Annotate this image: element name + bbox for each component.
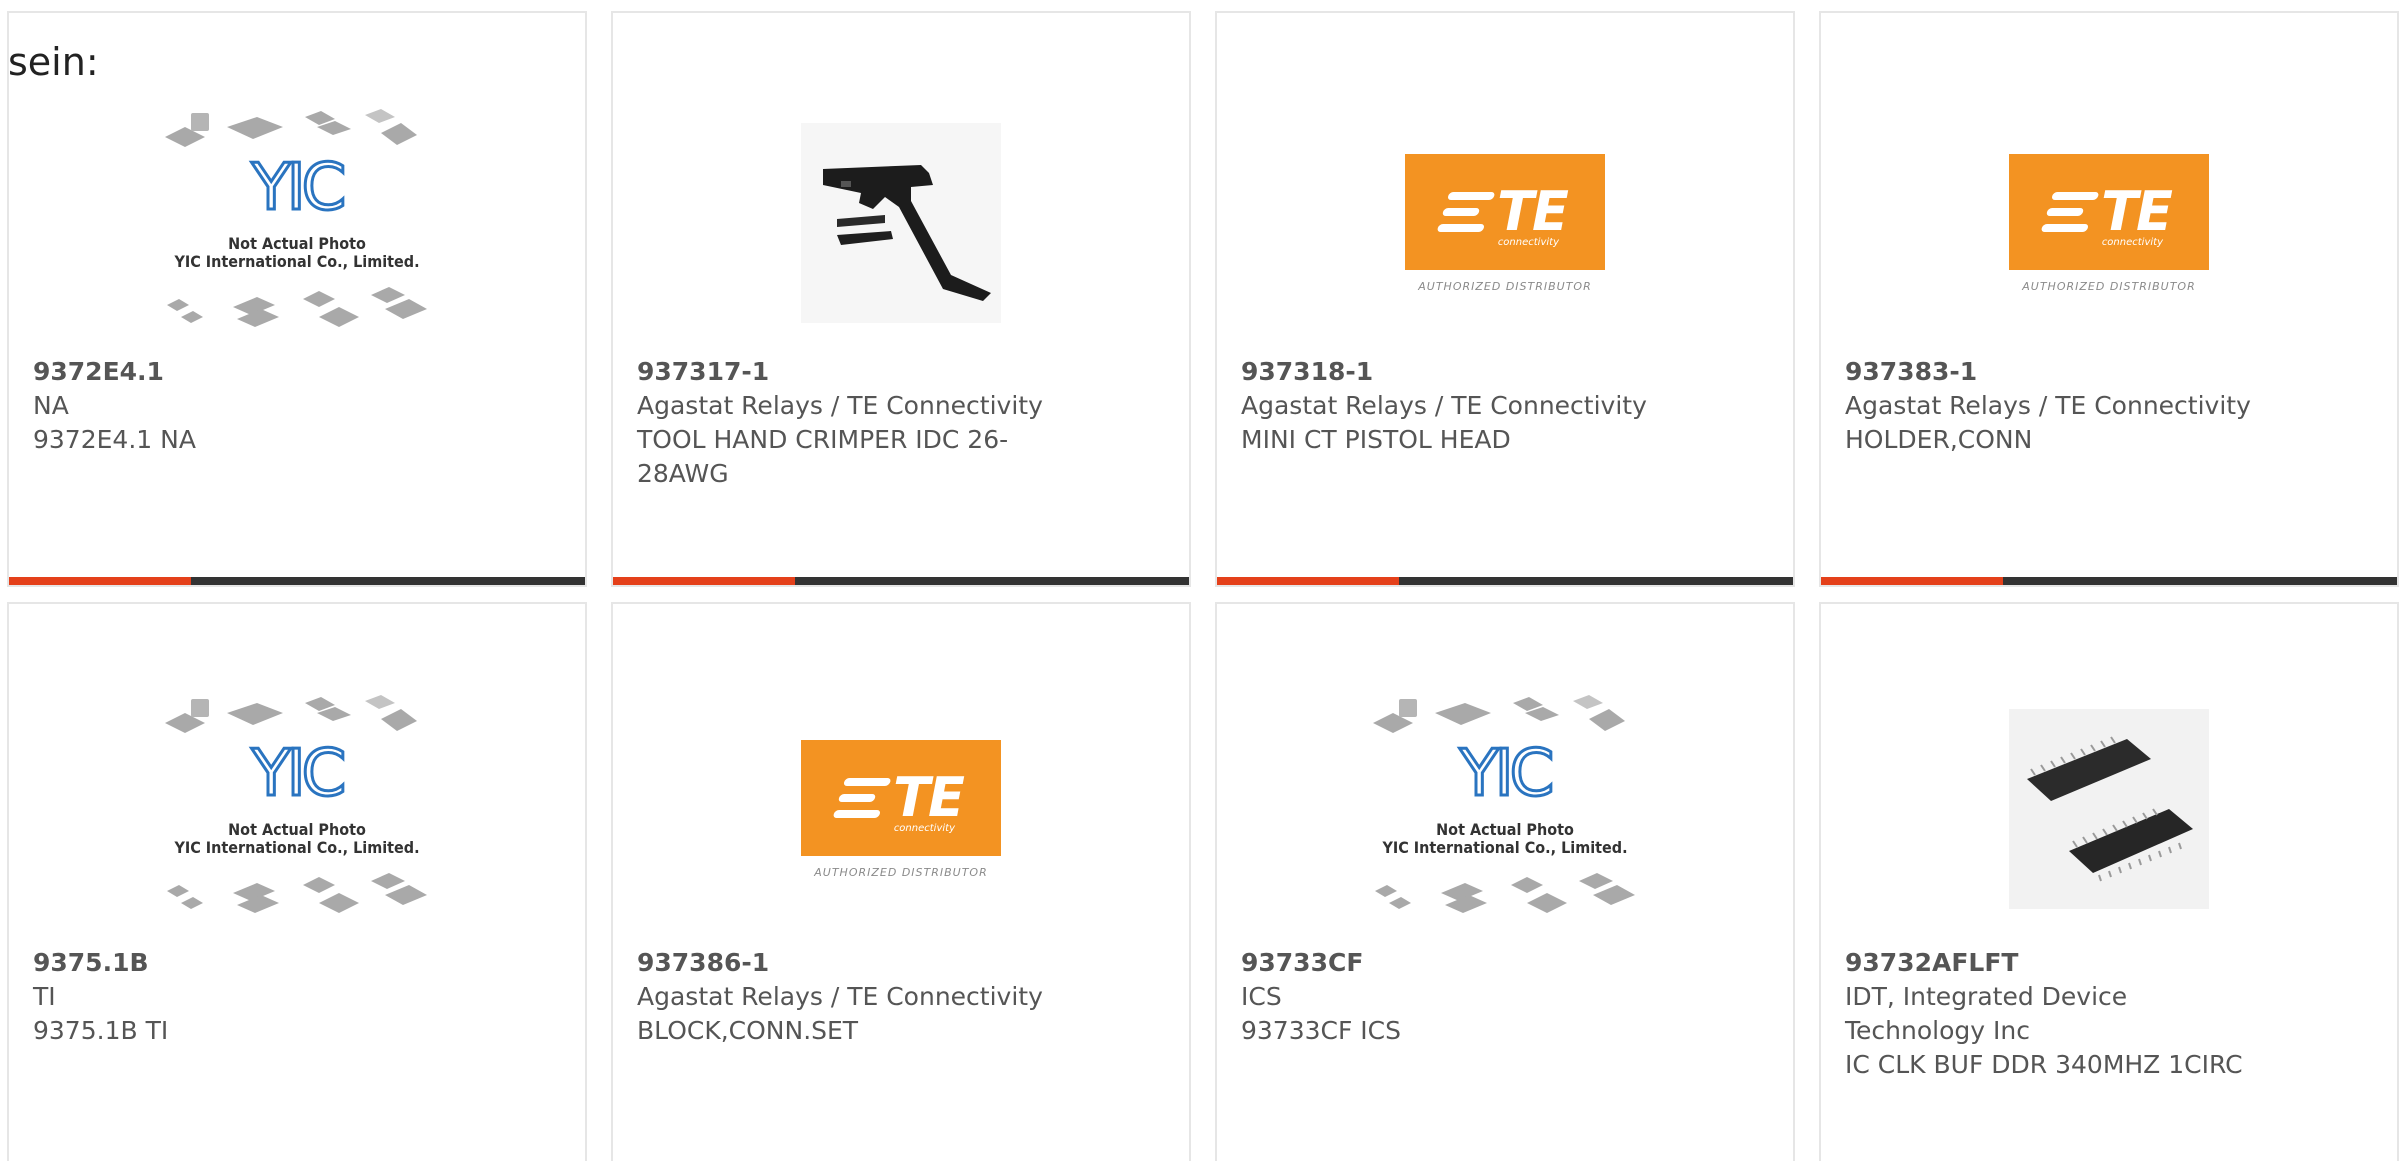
product-info: 9372E4.1 NA 9372E4.1 NA: [33, 355, 561, 457]
card-accent-bar: [9, 577, 585, 585]
authorized-distributor-caption: AUTHORIZED DISTRIBUTOR: [2022, 279, 2196, 293]
description: 9375.1B TI: [33, 1016, 169, 1045]
part-number[interactable]: 937317-1: [637, 355, 1165, 389]
product-info: 9375.1B TI 9375.1B TI: [33, 946, 561, 1048]
yic-caption: Not Actual Photo YIC International Co., …: [1382, 820, 1628, 857]
yic-placeholder-image: YIC Not Actual Photo YIC International C…: [1365, 689, 1645, 929]
product-image[interactable]: TE connectivity AUTHORIZED DISTRIBUTOR: [761, 679, 1041, 939]
manufacturer: Agastat Relays / TE Connectivity: [1845, 391, 2251, 420]
card-accent-bar: [1821, 577, 2397, 585]
product-info: 93732AFLFT IDT, Integrated Device Techno…: [1845, 946, 2373, 1082]
part-number[interactable]: 937318-1: [1241, 355, 1769, 389]
yic-caption: Not Actual Photo YIC International Co., …: [174, 234, 420, 271]
yic-caption: Not Actual Photo YIC International Co., …: [174, 820, 420, 857]
description: BLOCK,CONN.SET: [637, 1016, 859, 1045]
product-grid-page: sein: YIC Not Actual Photo YIC Internati…: [0, 0, 2400, 1161]
te-logo: TE connectivity AUTHORIZED DISTRIBUTOR: [2009, 153, 2209, 293]
product-info: 937386-1 Agastat Relays / TE Connectivit…: [637, 946, 1165, 1048]
description: HOLDER,CONN: [1845, 425, 2033, 454]
manufacturer: TI: [33, 982, 56, 1011]
product-card[interactable]: TE connectivity AUTHORIZED DISTRIBUTOR 9…: [1819, 11, 2399, 587]
product-image[interactable]: TE connectivity AUTHORIZED DISTRIBUTOR: [1365, 93, 1645, 353]
authorized-distributor-caption: AUTHORIZED DISTRIBUTOR: [814, 865, 988, 879]
product-info: 937317-1 Agastat Relays / TE Connectivit…: [637, 355, 1165, 491]
product-card[interactable]: 937317-1 Agastat Relays / TE Connectivit…: [611, 11, 1191, 587]
product-card[interactable]: YIC Not Actual Photo YIC International C…: [7, 602, 587, 1161]
product-card[interactable]: TE connectivity AUTHORIZED DISTRIBUTOR 9…: [611, 602, 1191, 1161]
product-card[interactable]: 93732AFLFT IDT, Integrated Device Techno…: [1819, 602, 2399, 1161]
yic-placeholder-image: YIC Not Actual Photo YIC International C…: [157, 689, 437, 929]
description: 93733CF ICS: [1241, 1016, 1402, 1045]
te-logo: TE connectivity AUTHORIZED DISTRIBUTOR: [801, 739, 1001, 879]
hand-crimper-photo: [801, 123, 1001, 323]
authorized-distributor-caption: AUTHORIZED DISTRIBUTOR: [1418, 279, 1592, 293]
description: MINI CT PISTOL HEAD: [1241, 425, 1511, 454]
product-image[interactable]: YIC Not Actual Photo YIC International C…: [157, 93, 437, 353]
product-card[interactable]: YIC Not Actual Photo YIC International C…: [7, 11, 587, 587]
product-info: 937318-1 Agastat Relays / TE Connectivit…: [1241, 355, 1769, 457]
card-accent-bar: [613, 577, 1189, 585]
yic-logo: YIC: [250, 151, 348, 225]
te-logo: TE connectivity AUTHORIZED DISTRIBUTOR: [1405, 153, 1605, 293]
part-number[interactable]: 93732AFLFT: [1845, 946, 2373, 980]
product-image[interactable]: YIC Not Actual Photo YIC International C…: [157, 679, 437, 939]
part-number[interactable]: 93733CF: [1241, 946, 1769, 980]
product-image[interactable]: YIC Not Actual Photo YIC International C…: [1365, 679, 1645, 939]
manufacturer: NA: [33, 391, 69, 420]
description: IC CLK BUF DDR 340MHZ 1CIRC: [1845, 1050, 2243, 1079]
product-info: 937383-1 Agastat Relays / TE Connectivit…: [1845, 355, 2373, 457]
product-image[interactable]: TE connectivity AUTHORIZED DISTRIBUTOR: [1969, 93, 2249, 353]
yic-placeholder-image: YIC Not Actual Photo YIC International C…: [157, 103, 437, 343]
description: TOOL HAND CRIMPER IDC 26-28AWG: [637, 425, 1009, 488]
card-accent-bar: [1217, 577, 1793, 585]
description: 9372E4.1 NA: [33, 425, 196, 454]
manufacturer: Agastat Relays / TE Connectivity: [637, 391, 1043, 420]
product-card[interactable]: TE connectivity AUTHORIZED DISTRIBUTOR 9…: [1215, 11, 1795, 587]
manufacturer: Agastat Relays / TE Connectivity: [1241, 391, 1647, 420]
part-number[interactable]: 9372E4.1: [33, 355, 561, 389]
yic-logo: YIC: [1458, 737, 1556, 811]
ic-chip-photo: [2009, 709, 2209, 909]
yic-logo: YIC: [250, 737, 348, 811]
manufacturer: IDT, Integrated Device Technology Inc: [1845, 982, 2128, 1045]
product-info: 93733CF ICS 93733CF ICS: [1241, 946, 1769, 1048]
part-number[interactable]: 937383-1: [1845, 355, 2373, 389]
product-image[interactable]: [761, 93, 1041, 353]
part-number[interactable]: 937386-1: [637, 946, 1165, 980]
product-card[interactable]: YIC Not Actual Photo YIC International C…: [1215, 602, 1795, 1161]
product-image[interactable]: [1969, 679, 2249, 939]
part-number[interactable]: 9375.1B: [33, 946, 561, 980]
manufacturer: ICS: [1241, 982, 1282, 1011]
manufacturer: Agastat Relays / TE Connectivity: [637, 982, 1043, 1011]
lead-text: sein:: [8, 40, 99, 84]
